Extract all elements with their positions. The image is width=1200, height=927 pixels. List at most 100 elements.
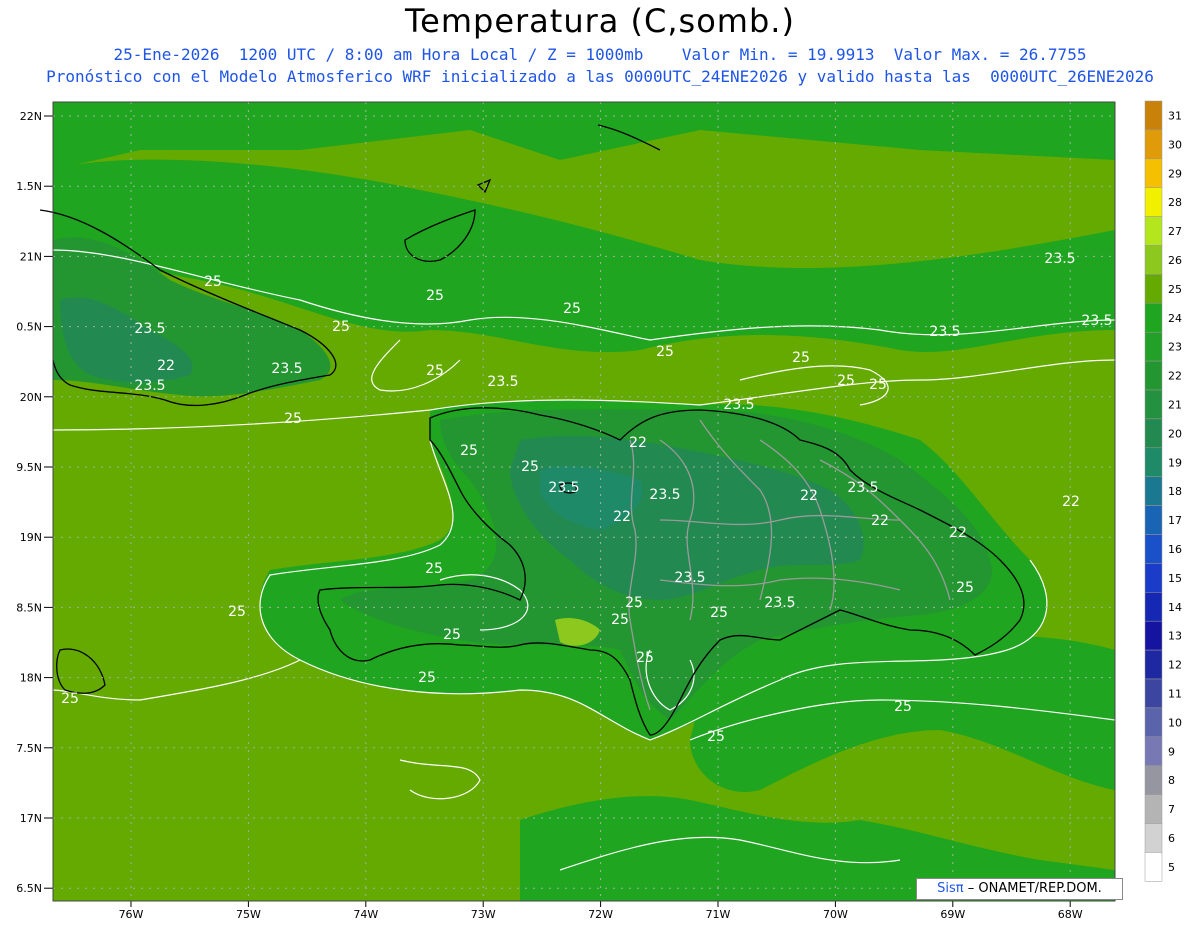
contour-label: 25 — [837, 373, 855, 389]
lat-label: 9.5N — [16, 461, 42, 474]
contour-label: 23.5 — [271, 361, 302, 377]
colorbar-swatch — [1144, 476, 1163, 506]
colorbar-label: 20 — [1168, 427, 1182, 440]
lon-label: 75W — [236, 908, 261, 921]
lat-label: 21N — [20, 250, 42, 263]
colorbar-label: 29 — [1168, 167, 1182, 180]
colorbar-swatch — [1144, 216, 1163, 246]
colorbar-swatch — [1144, 100, 1163, 131]
contour-label: 25 — [956, 580, 974, 596]
colorbar-swatch — [1144, 765, 1163, 795]
latitude-axis: 22N 1.5N 21N 0.5N 20N 9.5N 19N 8.5N 18N 7.5N 17N 6.… — [16, 110, 53, 895]
colorbar-swatch — [1144, 852, 1163, 882]
colorbar-swatch — [1144, 245, 1163, 275]
colorbar-label: 9 — [1168, 745, 1175, 758]
contour-label: 22 — [800, 488, 818, 504]
contour-label: 25 — [611, 612, 629, 628]
lon-label: 68W — [1058, 908, 1083, 921]
contour-label: 23.5 — [548, 480, 579, 496]
colorbar-swatch — [1144, 360, 1163, 391]
colorbar-label: 28 — [1168, 196, 1182, 209]
colorbar-swatch — [1144, 447, 1163, 477]
colorbar-swatch — [1144, 736, 1163, 766]
contour-label: 25 — [426, 288, 444, 304]
colorbar-label: 5 — [1168, 861, 1175, 874]
contour-label: 25 — [443, 627, 461, 643]
contour-label: 23.5 — [649, 487, 680, 503]
colorbar-label: 17 — [1168, 514, 1182, 527]
lon-label: 74W — [353, 908, 378, 921]
contour-label: 25 — [710, 605, 728, 621]
contour-label: 25 — [418, 670, 436, 686]
contour-label: 22 — [949, 525, 967, 541]
contour-label: 25 — [460, 443, 478, 459]
colorbar-swatch — [1144, 592, 1163, 622]
colorbar-label: 11 — [1168, 687, 1182, 700]
colorbar-label: 6 — [1168, 832, 1175, 845]
colorbar-label: 24 — [1168, 312, 1182, 325]
colorbar-label: 30 — [1168, 138, 1182, 151]
contour-label: 25 — [61, 691, 79, 707]
contour-label: 23.5 — [674, 570, 705, 586]
contour-label: 23.5 — [487, 374, 518, 390]
contour-label: 25 — [625, 595, 643, 611]
colorbar-label: 22 — [1168, 370, 1182, 383]
contour-label: 25 — [656, 344, 674, 360]
colorbar-swatch — [1144, 823, 1163, 853]
lat-label: 7.5N — [16, 742, 42, 755]
colorbar-swatch — [1144, 794, 1163, 824]
lat-label: 0.5N — [16, 321, 42, 334]
contour-label: 23.5 — [1081, 313, 1112, 329]
colorbar-label: 12 — [1168, 659, 1182, 672]
colorbar-label: 27 — [1168, 225, 1182, 238]
contour-label: 22 — [629, 435, 647, 451]
colorbar-swatch — [1144, 389, 1163, 420]
colorbar-label: 7 — [1168, 803, 1175, 816]
contour-label: 25 — [869, 377, 887, 393]
contour-label: 25 — [894, 699, 912, 715]
lon-label: 72W — [588, 908, 613, 921]
colorbar-swatch — [1144, 158, 1163, 188]
contour-label: 25 — [707, 729, 725, 745]
contour-label: 23.5 — [1044, 251, 1075, 267]
colorbar-swatch — [1144, 649, 1163, 680]
contour-label: 25 — [521, 459, 539, 475]
lon-label: 69W — [940, 908, 965, 921]
sispi-logo: Sisπ — [937, 881, 964, 896]
credit-box: Sisπ – ONAMET/REP.DOM. — [916, 878, 1123, 900]
lat-label: 8.5N — [16, 601, 42, 614]
lon-label: 70W — [823, 908, 848, 921]
contour-label: 25 — [563, 301, 581, 317]
contour-label: 25 — [228, 604, 246, 620]
colorbar-label: 15 — [1168, 572, 1182, 585]
contour-label: 25 — [425, 561, 443, 577]
colorbar-label: 21 — [1168, 398, 1182, 411]
contour-label: 25 — [426, 363, 444, 379]
lat-label: 17N — [20, 812, 42, 825]
contour-label: 23.5 — [134, 321, 165, 337]
contour-label: 22 — [157, 358, 175, 374]
colorbar-label: 8 — [1168, 774, 1175, 787]
lon-label: 71W — [706, 908, 731, 921]
colorbar-swatch — [1144, 129, 1163, 160]
colorbar-label: 10 — [1168, 716, 1182, 729]
contour-label: 23.5 — [134, 378, 165, 394]
colorbar-swatch — [1144, 678, 1163, 709]
colorbar-label: 18 — [1168, 485, 1182, 498]
contour-label: 23.5 — [723, 397, 754, 413]
colorbar-label: 23 — [1168, 341, 1182, 354]
contour-label: 22 — [613, 509, 631, 525]
contour-label: 22 — [871, 513, 889, 529]
colorbar-swatch — [1144, 505, 1163, 535]
lon-label: 73W — [471, 908, 496, 921]
temperature-map: 22N 1.5N 21N 0.5N 20N 9.5N 19N 8.5N 18N 7.5N 17N 6.… — [16, 100, 1182, 921]
lat-label: 1.5N — [16, 180, 42, 193]
contour-label: 25 — [792, 350, 810, 366]
lat-label: 18N — [20, 672, 42, 685]
colorbar-label: 26 — [1168, 254, 1182, 267]
contour-label: 25 — [636, 650, 654, 666]
colorbar-label: 31 — [1168, 109, 1182, 122]
contour-label: 25 — [204, 274, 222, 290]
colorbar-label: 14 — [1168, 601, 1182, 614]
credit-text: – ONAMET/REP.DOM. — [967, 881, 1102, 896]
